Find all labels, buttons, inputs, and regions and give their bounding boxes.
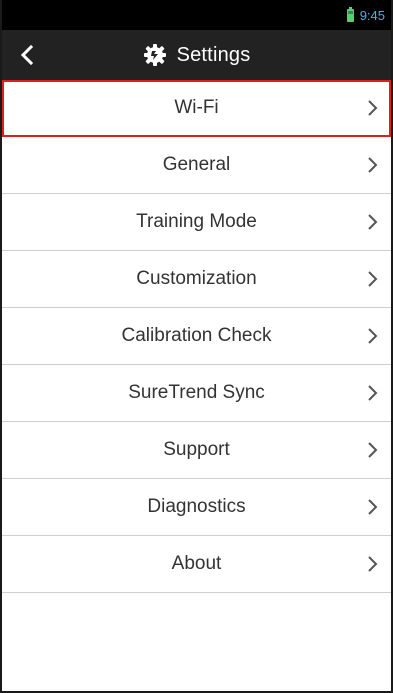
menu-item-customization[interactable]: Customization [2,251,391,308]
menu-item-label: Training Mode [136,211,257,232]
menu-item-training-mode[interactable]: Training Mode [2,194,391,251]
settings-gear-icon [143,44,166,66]
chevron-right-icon [368,328,378,344]
status-bar: 9:45 [2,0,391,30]
menu-item-support[interactable]: Support [2,422,391,479]
menu-item-diagnostics[interactable]: Diagnostics [2,479,391,536]
menu-item-wifi[interactable]: Wi-Fi [2,80,391,137]
menu-item-label: Wi-Fi [174,97,219,118]
chevron-right-icon [368,100,378,116]
menu-item-label: SureTrend Sync [128,382,265,403]
settings-menu: Wi-Fi General Training Mode Customizatio… [2,80,391,593]
chevron-right-icon [368,271,378,287]
menu-item-label: Support [163,439,230,460]
menu-item-label: About [171,553,222,574]
page-title: Settings [176,43,251,66]
menu-item-label: General [162,154,231,175]
menu-item-label: Calibration Check [121,325,272,346]
header-bar: Settings [2,30,391,80]
battery-icon [346,6,354,22]
chevron-left-icon [20,45,34,65]
chevron-right-icon [368,214,378,230]
menu-item-label: Diagnostics [147,496,246,517]
settings-screen: 9:45 Settings Wi-Fi General Training Mod… [0,0,393,693]
chevron-right-icon [368,442,378,458]
chevron-right-icon [368,385,378,401]
menu-item-general[interactable]: General [2,137,391,194]
menu-item-label: Customization [136,268,257,289]
menu-item-calibration-check[interactable]: Calibration Check [2,308,391,365]
back-button[interactable] [10,38,44,72]
menu-item-suretrend-sync[interactable]: SureTrend Sync [2,365,391,422]
chevron-right-icon [368,157,378,173]
header-title-group: Settings [143,43,251,67]
chevron-right-icon [368,556,378,572]
status-time: 9:45 [359,7,385,23]
menu-item-about[interactable]: About [2,536,391,593]
chevron-right-icon [368,499,378,515]
